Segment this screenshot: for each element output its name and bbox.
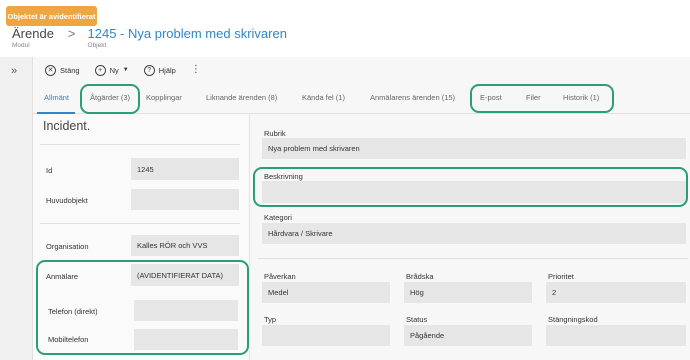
more-menu-icon[interactable]: ⋮ bbox=[191, 65, 201, 75]
breadcrumb-object: 1245 - Nya problem med skrivaren Objekt bbox=[88, 26, 287, 49]
mobile-field[interactable] bbox=[134, 329, 238, 350]
priority-field[interactable]: 2 bbox=[546, 282, 686, 303]
closing-code-field[interactable] bbox=[546, 325, 686, 346]
tab-history[interactable]: Historik (1) bbox=[563, 93, 599, 102]
category-field[interactable]: Hårdvara / Skrivare bbox=[262, 223, 686, 244]
tab-reporter-cases[interactable]: Anmälarens ärenden (15) bbox=[370, 93, 455, 102]
sidebar: » bbox=[0, 57, 33, 360]
breadcrumb-separator: > bbox=[67, 26, 76, 41]
panel-divider bbox=[249, 114, 250, 360]
description-label: Beskrivning bbox=[264, 172, 303, 181]
page-title: 1245 - Nya problem med skrivaren bbox=[87, 26, 287, 41]
description-field[interactable] bbox=[262, 181, 686, 203]
breadcrumb-module[interactable]: Ärende Modul bbox=[12, 26, 54, 49]
id-field[interactable]: 1245 bbox=[131, 158, 239, 180]
tab-links[interactable]: Kopplingar bbox=[146, 93, 182, 102]
reporter-label: Anmälare bbox=[46, 272, 79, 281]
phone-field[interactable] bbox=[134, 300, 238, 321]
help-button[interactable]: ? Hjälp bbox=[143, 64, 176, 76]
toolbar: ✕ Stäng + Ny ▼ ? Hjälp ⋮ bbox=[45, 61, 201, 79]
priority-label: Prioritet bbox=[548, 272, 574, 281]
subject-label: Rubrik bbox=[264, 129, 286, 138]
help-button-label: Hjälp bbox=[158, 65, 176, 75]
close-button[interactable]: ✕ Stäng bbox=[45, 64, 80, 76]
breadcrumb-module-label[interactable]: Ärende bbox=[12, 26, 54, 41]
organization-field[interactable]: Kalles RÖR och VVS bbox=[131, 235, 239, 256]
tab-bar: Allmänt Åtgärder (3) Kopplingar Liknande… bbox=[33, 84, 690, 114]
impact-label: Påverkan bbox=[264, 272, 296, 281]
type-label: Typ bbox=[264, 315, 277, 324]
tab-files[interactable]: Filer bbox=[526, 93, 541, 102]
chevron-down-icon: ▼ bbox=[122, 67, 129, 73]
new-button[interactable]: + Ny ▼ bbox=[94, 64, 129, 76]
main-object-label: Huvudobjekt bbox=[46, 196, 88, 205]
tab-known-errors[interactable]: Kända fel (1) bbox=[302, 93, 345, 102]
status-label: Status bbox=[406, 315, 428, 324]
plus-icon: + bbox=[94, 64, 106, 76]
organization-label: Organisation bbox=[46, 242, 89, 251]
expand-sidebar-icon[interactable]: » bbox=[11, 65, 17, 77]
anonymized-badge: Objektet är avidentifierat bbox=[6, 6, 97, 26]
divider bbox=[40, 144, 240, 145]
divider bbox=[258, 258, 688, 259]
id-label: Id bbox=[46, 166, 53, 175]
divider bbox=[40, 223, 240, 224]
type-field[interactable] bbox=[262, 325, 390, 346]
subject-field[interactable]: Nya problem med skrivaren bbox=[262, 138, 686, 159]
mobile-label: Mobiltelefon bbox=[48, 335, 89, 344]
tab-general[interactable]: Allmänt bbox=[44, 93, 69, 102]
close-button-label: Stäng bbox=[60, 65, 80, 75]
section-title: Incident. bbox=[43, 119, 91, 133]
phone-label: Telefon (direkt) bbox=[48, 307, 98, 316]
urgency-field[interactable]: Hög bbox=[404, 282, 532, 303]
tab-similar-cases[interactable]: Liknande ärenden (8) bbox=[206, 93, 277, 102]
status-field[interactable]: Pågående bbox=[404, 325, 532, 346]
breadcrumb-module-sub: Modul bbox=[12, 42, 30, 49]
new-button-label: Ny bbox=[109, 65, 119, 75]
tab-email[interactable]: E-post bbox=[480, 93, 502, 102]
tab-actions[interactable]: Åtgärder (3) bbox=[90, 93, 130, 102]
close-icon: ✕ bbox=[45, 64, 56, 76]
breadcrumb: Ärende Modul > 1245 - Nya problem med sk… bbox=[12, 26, 287, 52]
closing-code-label: Stängningskod bbox=[548, 315, 598, 324]
breadcrumb-object-sub: Objekt bbox=[87, 42, 107, 49]
category-label: Kategori bbox=[264, 213, 292, 222]
urgency-label: Brådska bbox=[406, 272, 434, 281]
reporter-field[interactable]: (AVIDENTIFIERAT DATA) bbox=[131, 264, 239, 286]
help-icon: ? bbox=[143, 64, 155, 76]
impact-field[interactable]: Medel bbox=[262, 282, 390, 303]
main-object-field[interactable] bbox=[131, 189, 239, 210]
